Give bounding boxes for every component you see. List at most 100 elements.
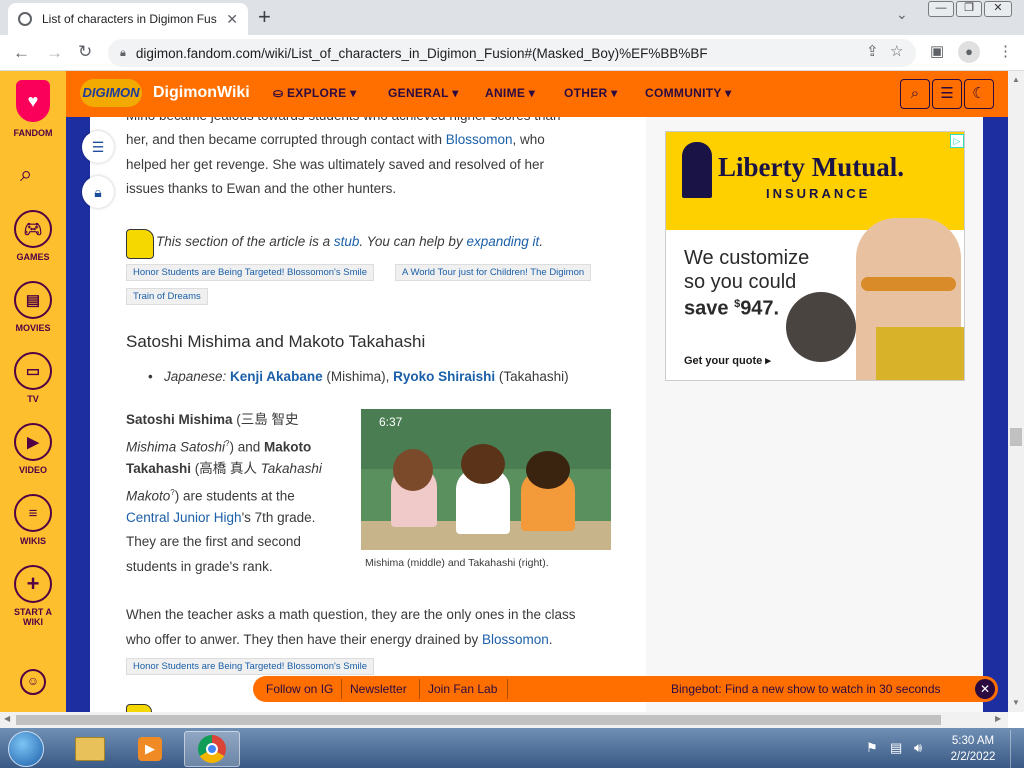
follow-on-ig-link[interactable]: Follow on IG: [266, 682, 333, 696]
nav-community-label: COMMUNITY: [645, 86, 722, 100]
volume-icon[interactable]: 🔊︎: [914, 740, 922, 756]
episode-tag[interactable]: Honor Students are Being Targeted! Bloss…: [126, 264, 374, 281]
discussions-icon[interactable]: ☰: [932, 79, 962, 109]
agumon-stub-icon: [126, 704, 152, 712]
tab-title: List of characters in Digimon Fus: [42, 12, 217, 26]
adchoices-icon[interactable]: ▷: [950, 134, 964, 148]
blossomon-link[interactable]: Blossomon: [446, 132, 513, 147]
paragraph-line: issues thanks to Ewan and the other hunt…: [126, 181, 397, 196]
student-mishima-hair: [461, 444, 505, 484]
text: This section of the article is a: [156, 234, 334, 249]
search-icon[interactable]: ⌕: [20, 161, 32, 187]
bookmark-star-icon[interactable]: ☆: [890, 42, 903, 60]
text: .: [548, 632, 553, 647]
back-arrow-icon[interactable]: ←: [13, 43, 30, 63]
tab-search-chevron-icon[interactable]: ⌄: [896, 6, 908, 23]
blossomon-link[interactable]: Blossomon: [482, 632, 549, 647]
bingebot-link[interactable]: Bingebot: Find a new show to watch in 30…: [671, 682, 941, 696]
close-tab-icon[interactable]: ✕: [226, 11, 238, 28]
maximize-button[interactable]: ❐: [956, 1, 982, 17]
nav-explore[interactable]: ⛀ EXPLORE ▾: [273, 86, 356, 100]
rail-start-label-1: START A: [14, 607, 52, 617]
central-junior-high-link[interactable]: Central Junior High: [126, 510, 242, 525]
paragraph-line: Central Junior High's 7th grade.: [126, 506, 315, 531]
rail-tv[interactable]: ▭ TV: [0, 352, 66, 404]
newsletter-link[interactable]: Newsletter: [350, 682, 407, 696]
menu-dots-icon[interactable]: ⋮: [998, 42, 1013, 60]
episode-tag[interactable]: Train of Dreams: [126, 288, 208, 305]
table-of-contents-icon[interactable]: ☰: [82, 131, 114, 163]
rail-start-wiki[interactable]: + START A WIKI: [0, 565, 66, 627]
scroll-up-icon[interactable]: ▲: [1012, 75, 1020, 84]
profile-icon[interactable]: ●: [958, 41, 980, 63]
windows-start-button[interactable]: [8, 731, 44, 767]
wiki-logo[interactable]: DIGIMON: [80, 79, 142, 107]
share-icon[interactable]: ⇪: [866, 42, 879, 60]
nav-anime[interactable]: ANIME ▾: [485, 86, 535, 100]
rail-video[interactable]: ▶ VIDEO: [0, 423, 66, 475]
kenji-akabane-link[interactable]: Kenji Akabane: [230, 369, 323, 384]
dark-mode-moon-icon[interactable]: ☾: [964, 79, 994, 109]
expanding-it-link[interactable]: expanding it: [466, 234, 539, 249]
new-tab-button[interactable]: +: [258, 4, 271, 30]
page-background-left: [66, 117, 90, 712]
lock-page-icon[interactable]: 🔒︎: [82, 176, 114, 208]
nav-community[interactable]: COMMUNITY ▾: [645, 86, 731, 100]
file-explorer-icon[interactable]: [64, 731, 116, 767]
join-fan-lab-link[interactable]: Join Fan Lab: [428, 682, 497, 696]
rail-movies[interactable]: ▤ MOVIES: [0, 281, 66, 333]
fandom-label: FANDOM: [13, 128, 53, 138]
side-panel-icon[interactable]: ▣: [930, 42, 944, 60]
close-window-button[interactable]: ✕: [984, 1, 1012, 17]
chrome-logo-center: [206, 743, 218, 755]
stub-link[interactable]: stub: [334, 234, 360, 249]
system-clock[interactable]: 5:30 AM 2/2/2022: [945, 733, 1001, 765]
media-player-icon[interactable]: ▶: [124, 731, 176, 767]
text: Takahashi: [260, 461, 322, 476]
fandom-logo-icon: ♥: [16, 80, 50, 122]
user-account-icon[interactable]: ☺: [20, 669, 46, 695]
vertical-scroll-thumb[interactable]: [1010, 428, 1022, 446]
image-caption: Mishima (middle) and Takahashi (right).: [365, 557, 549, 569]
scroll-left-icon[interactable]: ◀: [4, 714, 10, 723]
text: (Takahashi): [495, 369, 569, 384]
fandom-home-link[interactable]: ♥ FANDOM: [0, 80, 66, 138]
episode-tag[interactable]: A World Tour just for Children! The Digi…: [395, 264, 592, 281]
text: (Mishima),: [322, 369, 394, 384]
episode-tag[interactable]: Honor Students are Being Targeted! Bloss…: [126, 658, 374, 675]
wiki-name[interactable]: DigimonWiki: [153, 84, 250, 102]
controller-icon: 🎮︎: [14, 210, 52, 248]
reload-icon[interactable]: ↻: [78, 42, 92, 62]
address-bar[interactable]: 🔒︎ digimon.fandom.com/wiki/List_of_chara…: [108, 39, 916, 67]
wiki-search-icon[interactable]: ⌕: [900, 79, 930, 109]
advertisement[interactable]: ▷ Liberty Mutual. INSURANCE We customize…: [665, 131, 965, 381]
vertical-scrollbar[interactable]: [1008, 71, 1024, 712]
minimize-button[interactable]: —: [928, 1, 954, 17]
close-bar-icon[interactable]: ✕: [975, 679, 995, 699]
action-center-flag-icon[interactable]: ⚑: [866, 740, 878, 756]
chrome-taskbar-icon[interactable]: [184, 731, 240, 767]
nav-other[interactable]: OTHER ▾: [564, 86, 617, 100]
paragraph-line: students in grade's rank.: [126, 559, 273, 574]
ryoko-shiraishi-link[interactable]: Ryoko Shiraishi: [393, 369, 495, 384]
text: ) are students at the: [174, 488, 295, 504]
ad-brand: Liberty Mutual.: [718, 152, 904, 182]
ad-cta[interactable]: Get your quote ▸: [684, 354, 771, 367]
text: Makoto: [264, 439, 312, 455]
browser-tab[interactable]: List of characters in Digimon Fus ✕: [8, 3, 248, 35]
scroll-right-icon[interactable]: ▶: [995, 714, 1001, 723]
text: save: [684, 297, 735, 320]
forward-arrow-icon[interactable]: →: [46, 43, 63, 63]
favicon-icon: [18, 12, 32, 26]
show-desktop-button[interactable]: [1010, 730, 1024, 768]
nav-general[interactable]: GENERAL ▾: [388, 86, 459, 100]
rail-games[interactable]: 🎮︎ GAMES: [0, 210, 66, 262]
horizontal-scroll-thumb[interactable]: [16, 715, 941, 725]
episode-screenshot-image[interactable]: 6:37: [361, 409, 611, 550]
agumon-stub-icon: [126, 229, 154, 259]
rail-wikis[interactable]: ≡ WIKIS: [0, 494, 66, 546]
image-timestamp: 6:37: [379, 415, 403, 429]
network-icon[interactable]: ▤: [890, 740, 902, 756]
scroll-down-icon[interactable]: ▼: [1012, 698, 1020, 707]
rail-start-label-2: WIKI: [23, 617, 43, 627]
